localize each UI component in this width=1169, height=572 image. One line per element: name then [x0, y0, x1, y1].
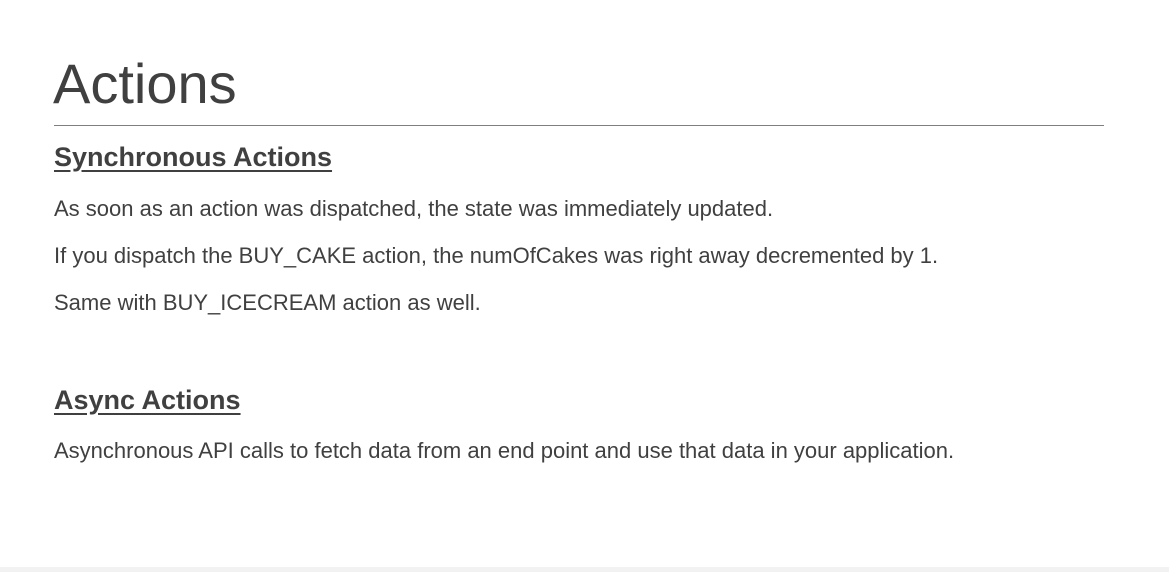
section-paragraph: If you dispatch the BUY_CAKE action, the…: [54, 243, 939, 268]
section-paragraph: Same with BUY_ICECREAM action as well.: [54, 290, 481, 315]
bottom-band: [0, 567, 1169, 572]
slide: Actions Synchronous Actions As soon as a…: [0, 0, 1169, 572]
title-divider: [54, 125, 1104, 126]
section-paragraph: As soon as an action was dispatched, the…: [54, 196, 774, 221]
slide-title: Actions: [53, 52, 237, 115]
section-heading-synchronous: Synchronous Actions: [54, 142, 333, 172]
section-paragraph: Asynchronous API calls to fetch data fro…: [54, 438, 955, 463]
section-heading-async: Async Actions: [54, 385, 241, 415]
